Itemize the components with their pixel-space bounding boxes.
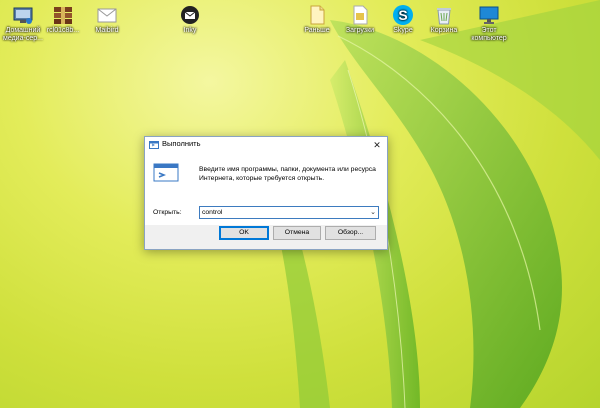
dialog-description: Введите имя программы, папки, документа … [199,166,376,182]
desktop-icon-label: Skype [393,27,413,34]
desktop-icon-label: Этот компьютер [471,27,507,42]
desktop-icon-label: Корзина [430,27,458,34]
desktop-icon-label: Inky [183,27,197,34]
run-command-input[interactable] [202,207,362,218]
desktop-icon-mail[interactable]: Maibird [84,4,130,35]
desktop-icon-label: rcl01c8b... [46,27,80,34]
archive-icon [52,4,74,26]
run-program-icon [153,163,179,182]
desktop: Домашний медиа-сер... rcl01c8b... Maibir… [0,0,600,408]
dialog-body: Введите имя программы, папки, документа … [145,153,387,225]
svg-text:S: S [398,7,407,23]
desktop-icon-document[interactable]: Загрузки [337,4,383,35]
this-pc-icon [478,4,500,26]
home-media-server-icon [12,4,34,26]
browse-button[interactable]: Обзор... [325,226,376,240]
desktop-icon-label: Maibird [95,27,119,34]
ok-button[interactable]: OK [219,226,269,240]
desktop-icon-recycle-bin[interactable]: Корзина [421,4,467,35]
desktop-icon-label: Загрузки [345,27,375,34]
run-app-icon [149,141,159,149]
desktop-icon-skype[interactable]: S Skype [380,4,426,35]
cancel-button[interactable]: Отмена [273,226,321,240]
skype-icon: S [392,4,414,26]
inky-icon [179,4,201,26]
desktop-icon-label: Раньше [304,27,330,34]
chevron-down-icon[interactable]: ⌄ [370,207,376,218]
desktop-icon-inky[interactable]: Inky [167,4,213,35]
document-icon [349,4,371,26]
desktop-icon-this-pc[interactable]: Этот компьютер [466,4,512,43]
mail-icon [96,4,118,26]
desktop-icon-archive[interactable]: rcl01c8b... [40,4,86,35]
run-combobox[interactable]: ⌄ [199,206,379,219]
close-button[interactable]: ✕ [367,137,387,153]
title-bar[interactable]: Выполнить ✕ [145,137,387,153]
open-label: Открыть: [153,209,182,216]
folder-icon [306,4,328,26]
desktop-icon-folder[interactable]: Раньше [294,4,340,35]
dialog-title: Выполнить [162,139,201,148]
recycle-bin-icon [433,4,455,26]
